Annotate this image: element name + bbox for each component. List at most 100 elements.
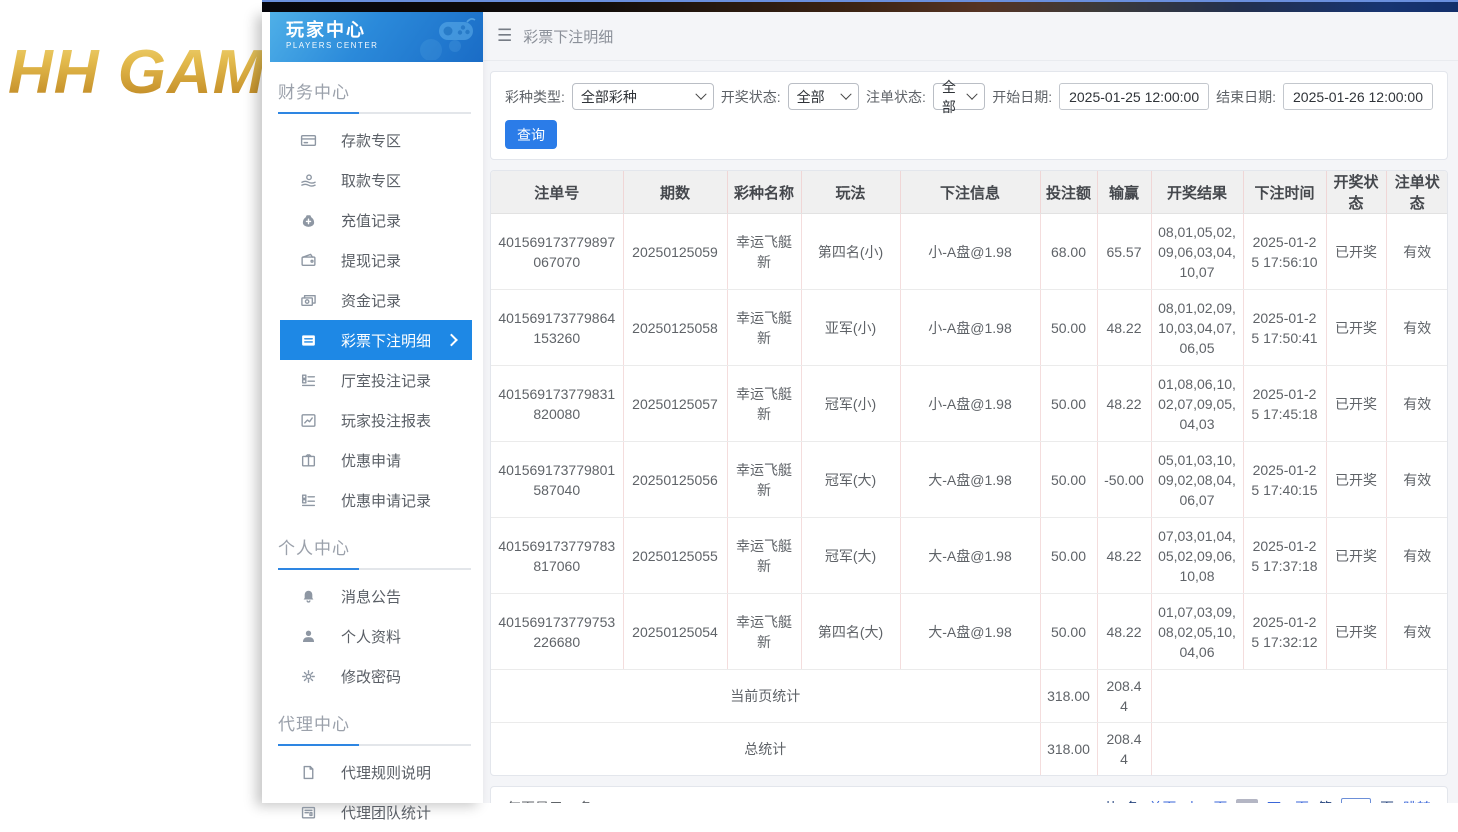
sidebar-item-label: 代理规则说明 xyxy=(341,762,431,783)
table-cell: 幸运飞艇新 xyxy=(727,214,801,290)
sidebar-item[interactable]: 优惠申请记录 xyxy=(262,480,483,520)
sidebar-item[interactable]: 个人资料 xyxy=(262,616,483,656)
jump-link[interactable]: 跳转 xyxy=(1403,798,1431,803)
sidebar-item-label: 优惠申请 xyxy=(341,450,401,471)
table-cell: 有效 xyxy=(1386,518,1448,594)
start-date-label: 开始日期: xyxy=(992,87,1052,107)
pagination-bar: 每页显示20条 共6条 首页 上一页 [1] 下一页 第 页 跳转 xyxy=(490,786,1448,803)
table-cell: 2025-01-25 17:32:12 xyxy=(1243,594,1326,670)
sidebar-item[interactable]: 存款专区 xyxy=(262,120,483,160)
end-date-input[interactable] xyxy=(1283,83,1433,110)
sidebar-item-label: 存款专区 xyxy=(341,130,401,151)
table-row: 40156917377980158704020250125056幸运飞艇新冠军(… xyxy=(491,442,1448,518)
sidebar-item[interactable]: 彩票下注明细 xyxy=(280,320,472,360)
sidebar-item[interactable]: 资金记录 xyxy=(262,280,483,320)
query-button[interactable]: 查询 xyxy=(505,120,557,149)
profile-icon xyxy=(300,628,317,645)
table-cell: 大-A盘@1.98 xyxy=(900,594,1040,670)
sidebar-header: 玩家中心 PLAYERS CENTER xyxy=(270,12,483,62)
table-header-cell: 开奖结果 xyxy=(1151,171,1243,214)
table-cell: 有效 xyxy=(1386,366,1448,442)
sidebar-item[interactable]: 提现记录 xyxy=(262,240,483,280)
draw-status-value: 全部 xyxy=(797,87,825,107)
table-header-cell: 彩种名称 xyxy=(727,171,801,214)
table-cell: 401569173779831820080 xyxy=(491,366,623,442)
table-cell: 01,08,06,10,02,07,09,05,04,03 xyxy=(1151,366,1243,442)
section-label: 财务中心 xyxy=(262,64,483,103)
section-underline xyxy=(278,568,471,570)
table-cell: 冠军(大) xyxy=(801,518,900,594)
current-page[interactable]: [1] xyxy=(1236,799,1258,803)
sidebar-item[interactable]: 优惠申请 xyxy=(262,440,483,480)
lottery-type-select[interactable]: 全部彩种 xyxy=(572,83,714,110)
sidebar-item[interactable]: 消息公告 xyxy=(262,576,483,616)
table-cell: 20250125057 xyxy=(623,366,727,442)
table-cell: 50.00 xyxy=(1040,594,1097,670)
table-header-cell: 输赢 xyxy=(1097,171,1151,214)
summary-label: 当前页统计 xyxy=(491,670,1040,723)
sidebar-item-label: 提现记录 xyxy=(341,250,401,271)
table-cell: 2025-01-25 17:56:10 xyxy=(1243,214,1326,290)
table-cell: 20250125054 xyxy=(623,594,727,670)
end-date-label: 结束日期: xyxy=(1216,87,1276,107)
agent-rules-icon xyxy=(300,764,317,781)
agent-team-stats-icon xyxy=(300,804,317,821)
bell-icon xyxy=(300,588,317,605)
sidebar-item-label: 充值记录 xyxy=(341,210,401,231)
deposit-icon xyxy=(300,132,317,149)
menu-toggle-icon[interactable]: ☰ xyxy=(497,26,512,46)
sidebar-item[interactable]: 修改密码 xyxy=(262,656,483,696)
table-cell: 幸运飞艇新 xyxy=(727,518,801,594)
table-row: 40156917377978381706020250125055幸运飞艇新冠军(… xyxy=(491,518,1448,594)
sidebar-item[interactable]: 玩家投注报表 xyxy=(262,400,483,440)
table-cell: 50.00 xyxy=(1040,442,1097,518)
sidebar-item[interactable]: 代理团队统计 xyxy=(262,792,483,832)
table-cell: 05,01,03,10,09,02,08,04,06,07 xyxy=(1151,442,1243,518)
sidebar-item[interactable]: 代理规则说明 xyxy=(262,752,483,792)
sidebar-item[interactable]: 厅室投注记录 xyxy=(262,360,483,400)
table-cell: 20250125055 xyxy=(623,518,727,594)
summary-empty-cell xyxy=(1151,670,1448,723)
next-page-link[interactable]: 下一页 xyxy=(1267,798,1309,803)
table-cell: 20250125058 xyxy=(623,290,727,366)
table-cell: 已开奖 xyxy=(1326,442,1386,518)
start-date-input[interactable] xyxy=(1059,83,1209,110)
table-cell: 401569173779753226680 xyxy=(491,594,623,670)
order-status-select[interactable]: 全部 xyxy=(933,83,985,110)
page-prefix-text: 第 xyxy=(1318,798,1332,803)
table-cell: 第四名(小) xyxy=(801,214,900,290)
table-header-cell: 投注额 xyxy=(1040,171,1097,214)
chevron-down-icon xyxy=(840,88,851,99)
table-cell: 已开奖 xyxy=(1326,290,1386,366)
hall-bet-record-icon xyxy=(300,372,317,389)
table-cell: 已开奖 xyxy=(1326,214,1386,290)
player-bet-report-icon xyxy=(300,412,317,429)
table-cell: 48.22 xyxy=(1097,290,1151,366)
table-cell: 50.00 xyxy=(1040,366,1097,442)
first-page-link[interactable]: 首页 xyxy=(1148,798,1176,803)
page-number-input[interactable] xyxy=(1341,798,1371,804)
section-underline xyxy=(278,112,471,114)
pager: 共6条 首页 上一页 [1] 下一页 第 页 跳转 xyxy=(1104,798,1431,804)
summary-win-loss-total: 208.44 xyxy=(1097,723,1151,776)
table-cell: 48.22 xyxy=(1097,594,1151,670)
table-cell: 20250125056 xyxy=(623,442,727,518)
sidebar-item-label: 彩票下注明细 xyxy=(341,330,431,351)
prev-page-link[interactable]: 上一页 xyxy=(1185,798,1227,803)
table-panel: 注单号期数彩种名称玩法下注信息投注额输赢开奖结果下注时间开奖状态注单状态 401… xyxy=(490,170,1448,776)
sidebar-item[interactable]: 充值记录 xyxy=(262,200,483,240)
summary-row: 总统计318.00208.44 xyxy=(491,723,1448,776)
page-suffix-text: 页 xyxy=(1380,798,1394,803)
table-cell: 幸运飞艇新 xyxy=(727,366,801,442)
table-cell: 冠军(大) xyxy=(801,442,900,518)
summary-label: 总统计 xyxy=(491,723,1040,776)
recharge-record-icon xyxy=(300,212,317,229)
draw-status-select[interactable]: 全部 xyxy=(788,83,859,110)
withdraw-icon xyxy=(300,172,317,189)
lottery-type-value: 全部彩种 xyxy=(581,87,637,107)
table-header-cell: 玩法 xyxy=(801,171,900,214)
table-cell: 幸运飞艇新 xyxy=(727,442,801,518)
table-cell: 401569173779801587040 xyxy=(491,442,623,518)
table-cell: 小-A盘@1.98 xyxy=(900,290,1040,366)
sidebar-item[interactable]: 取款专区 xyxy=(262,160,483,200)
